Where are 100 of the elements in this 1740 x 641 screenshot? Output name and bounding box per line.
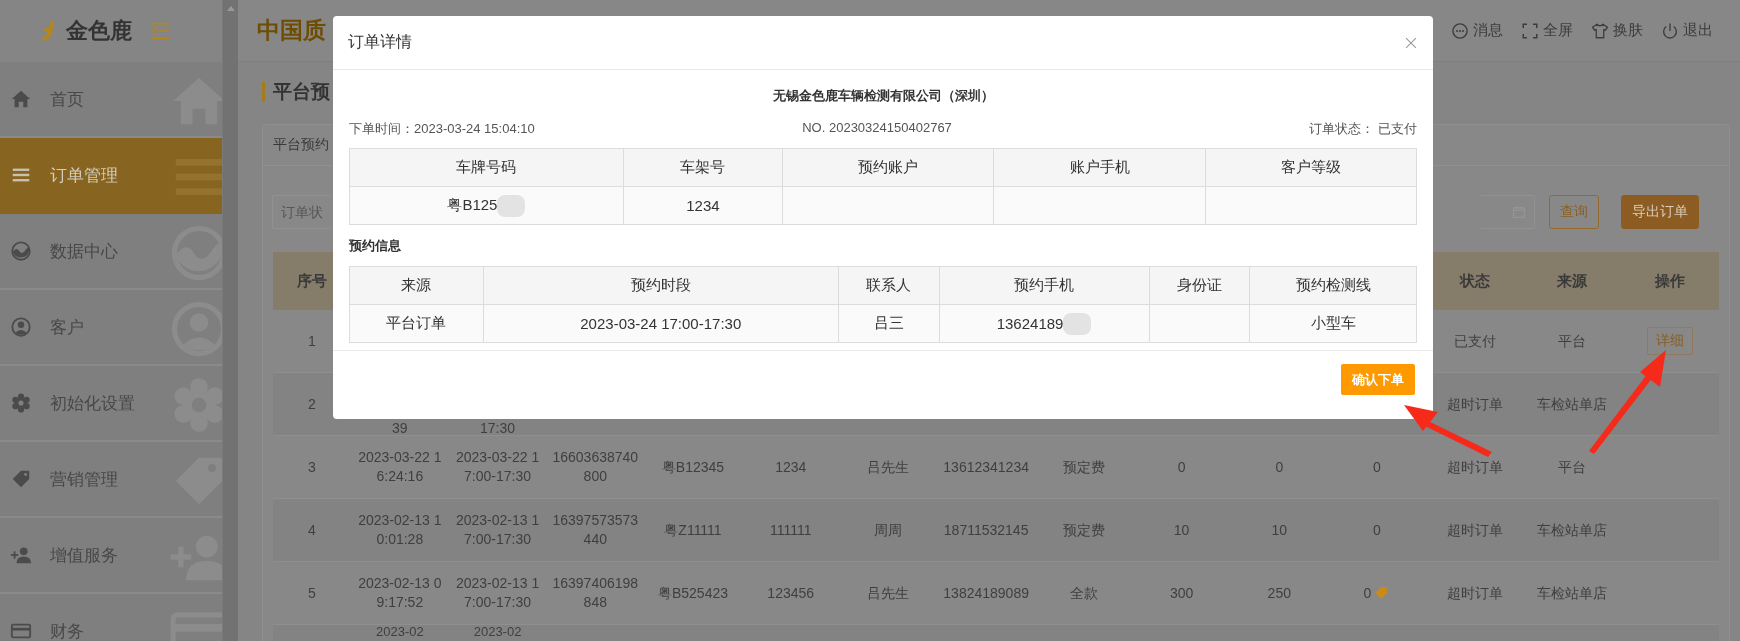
fullscreen-icon <box>1521 21 1539 40</box>
table-cell: 超时订单 <box>1446 394 1503 414</box>
table-cell: 粤Z11111 <box>664 520 722 540</box>
table-cell: 17:30 <box>480 421 516 435</box>
query-button[interactable]: 查询 <box>1549 195 1599 229</box>
table-cell: 粤B12345 <box>661 457 725 477</box>
company-name: 无锡金色鹿车辆检测有限公司（深圳） <box>771 87 995 105</box>
column-header: 来源 <box>1557 271 1588 291</box>
confirm-button[interactable]: 确认下单 <box>1341 364 1415 395</box>
close-button[interactable] <box>1404 35 1418 50</box>
table-cell: 16397406198848 <box>552 574 639 612</box>
table-cell: 111111 <box>769 520 812 540</box>
title-accent-bar <box>262 82 265 102</box>
table-cell: 平台 <box>1558 457 1587 477</box>
table-cell: 预定费 <box>1062 457 1105 477</box>
logo-text: 金色鹿 <box>66 17 132 45</box>
table-cell: 吕三 <box>873 314 904 333</box>
table-cell: 吕先生 <box>867 457 910 477</box>
column-header: 账户手机 <box>993 148 1206 187</box>
table-cell: 0 <box>1363 583 1372 603</box>
table-cell: 13624189 <box>996 315 1064 332</box>
table-cell: 0 <box>1177 457 1186 477</box>
table-cell: 250 <box>1267 583 1291 603</box>
home-icon <box>10 88 32 110</box>
table-cell: 粤B525423 <box>657 583 728 603</box>
column-header: 车牌号码 <box>349 148 624 187</box>
table-cell: 预定费 <box>1062 520 1105 540</box>
chart-circle-icon <box>10 240 32 262</box>
table-cell: 2023-02-13 17:00-17:30 <box>454 574 541 612</box>
table-cell: 123456 <box>767 583 815 603</box>
top-action-button[interactable]: 退出 <box>1661 21 1713 40</box>
table-cell: 平台订单 <box>386 314 447 333</box>
table-cell: 2 <box>308 394 316 414</box>
tab[interactable]: 平台预约 <box>273 136 329 154</box>
order-time: 下单时间：2023-03-24 15:04:10 <box>349 120 535 138</box>
table-cell: 已支付 <box>1453 331 1496 351</box>
table-cell: 3 <box>308 457 316 477</box>
table-cell: 4 <box>308 520 316 540</box>
table-cell: 300 <box>1169 583 1194 603</box>
dialog-title: 订单详情 <box>348 32 412 52</box>
column-header: 操作 <box>1655 271 1686 291</box>
menu-collapse-icon <box>150 20 172 42</box>
top-action-button[interactable]: 换肤 <box>1591 21 1643 40</box>
table-cell: 2023-03-22 17:00-17:30 <box>454 448 541 486</box>
close-icon <box>1404 35 1418 50</box>
top-action-button[interactable]: 消息 <box>1451 21 1503 40</box>
table-cell: 车检站单店 <box>1537 520 1608 540</box>
export-button[interactable]: 导出订单 <box>1621 195 1699 229</box>
table-cell: 车检站单店 <box>1537 583 1608 603</box>
table-cell: 全款 <box>1069 583 1098 603</box>
scrollbar[interactable] <box>222 0 238 641</box>
section-title: 预约信息 <box>349 237 402 255</box>
table-cell: 10 <box>1271 520 1288 540</box>
table-cell: 1234 <box>686 197 720 214</box>
order-number: NO. 20230324150402767 <box>802 120 952 137</box>
table-cell: 0 <box>1373 457 1381 477</box>
table-cell: 2023-02 <box>473 625 522 639</box>
table-cell: 13612341234 <box>943 457 1029 477</box>
table-cell: 18711532145 <box>943 520 1029 540</box>
order-status: 订单状态： 已支付 <box>1309 120 1417 138</box>
table-cell: 2023-02-13 17:00-17:30 <box>454 511 541 549</box>
scroll-up-icon <box>225 4 236 12</box>
column-header: 状态 <box>1459 271 1490 291</box>
table-cell: 超时订单 <box>1446 520 1503 540</box>
column-header: 预约检测线 <box>1249 266 1417 305</box>
table-cell: 1 <box>308 331 316 351</box>
table-cell: 2023-03-24 17:00-17:30 <box>580 315 742 332</box>
table-cell: 2023-02 <box>376 625 424 639</box>
sidebar-item[interactable]: 订单管理 <box>0 138 222 214</box>
page-title: 平台预 <box>273 80 330 104</box>
table-cell: 16603638740800 <box>552 448 639 486</box>
column-header: 车架号 <box>623 148 783 187</box>
power-icon <box>1661 21 1679 40</box>
table-cell: 2023-02-13 10:01:28 <box>357 511 443 549</box>
column-header: 预约时段 <box>483 266 839 305</box>
table-cell: 吕先生 <box>867 583 910 603</box>
column-header: 预约手机 <box>939 266 1149 305</box>
table-cell: 1234 <box>775 457 807 477</box>
site-title: 中国质 <box>257 16 326 45</box>
table-cell: 16397573573440 <box>552 511 639 549</box>
table-cell: 0 <box>1373 520 1381 540</box>
table-cell: 2023-03-22 16:24:16 <box>357 448 443 486</box>
top-action-button[interactable]: 全屏 <box>1521 21 1573 40</box>
table-cell: 10 <box>1173 520 1190 540</box>
user-circle-icon <box>10 316 32 338</box>
table-cell: 13824189089 <box>943 583 1029 603</box>
message-icon <box>1451 21 1469 40</box>
table-cell: 周周 <box>874 520 903 540</box>
gear-icon <box>10 392 32 414</box>
table-cell: 2023-02-13 09:17:52 <box>357 574 443 612</box>
tag-icon <box>10 468 32 490</box>
column-header: 来源 <box>349 266 484 305</box>
column-header: 预约账户 <box>782 148 994 187</box>
table-cell: 超时订单 <box>1446 583 1503 603</box>
table-cell: 小型车 <box>1310 314 1356 333</box>
column-header: 序号 <box>297 271 327 291</box>
table-cell: 39 <box>392 421 408 435</box>
table-cell: 车检站单店 <box>1537 394 1608 414</box>
column-header: 客户等级 <box>1205 148 1417 187</box>
table-cell: 平台 <box>1558 331 1587 351</box>
